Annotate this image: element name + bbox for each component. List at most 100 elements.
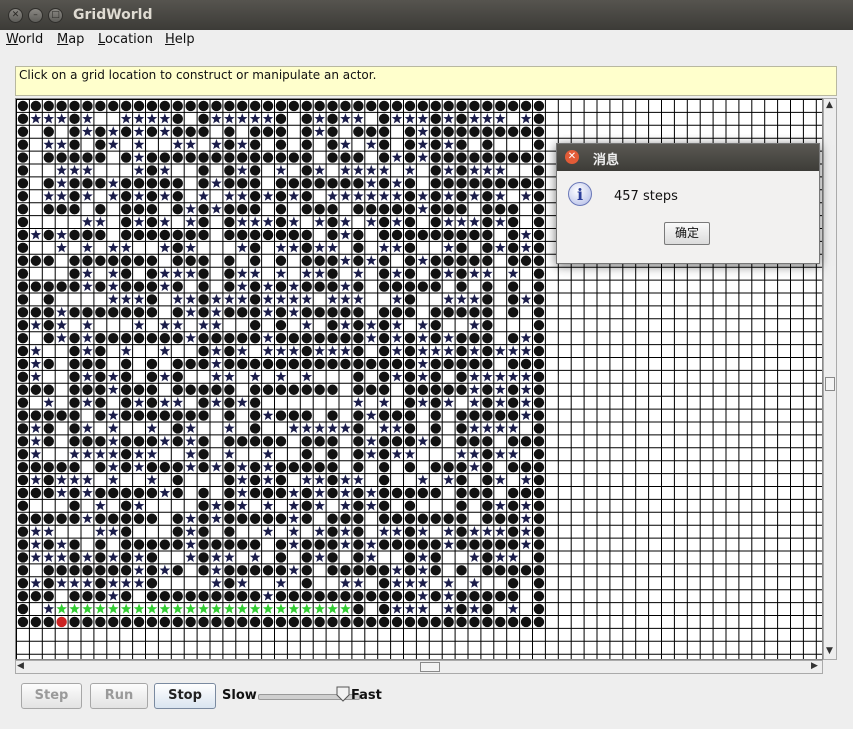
flower-actor[interactable] bbox=[520, 384, 532, 395]
flower-actor[interactable] bbox=[185, 203, 196, 214]
rock-actor[interactable] bbox=[288, 590, 300, 602]
rock-actor[interactable] bbox=[198, 345, 209, 357]
rock-actor[interactable] bbox=[430, 397, 441, 408]
rock-actor[interactable] bbox=[95, 332, 106, 344]
rock-actor[interactable] bbox=[340, 100, 351, 112]
bug-actor[interactable] bbox=[82, 603, 93, 614]
flower-actor[interactable] bbox=[82, 190, 93, 201]
flower-actor[interactable] bbox=[236, 242, 248, 253]
rock-actor[interactable] bbox=[327, 436, 338, 447]
flower-actor[interactable] bbox=[365, 332, 377, 343]
rock-actor[interactable] bbox=[146, 255, 158, 266]
flower-actor[interactable] bbox=[249, 216, 261, 227]
flower-actor[interactable] bbox=[340, 229, 351, 240]
flower-actor[interactable] bbox=[391, 345, 403, 356]
rock-actor[interactable] bbox=[430, 565, 441, 576]
rock-actor[interactable] bbox=[237, 513, 248, 524]
rock-actor[interactable] bbox=[533, 474, 545, 486]
flower-actor[interactable] bbox=[56, 164, 67, 175]
rock-actor[interactable] bbox=[482, 152, 493, 163]
bug-actor[interactable] bbox=[69, 603, 80, 614]
flower-actor[interactable] bbox=[507, 422, 519, 433]
rock-actor[interactable] bbox=[533, 139, 545, 150]
rock-actor[interactable] bbox=[507, 410, 519, 421]
rock-actor[interactable] bbox=[533, 216, 545, 228]
flower-actor[interactable] bbox=[365, 319, 377, 330]
rock-actor[interactable] bbox=[275, 203, 287, 215]
rock-actor[interactable] bbox=[533, 307, 545, 318]
rock-actor[interactable] bbox=[301, 139, 312, 150]
rock-actor[interactable] bbox=[198, 384, 209, 395]
rock-actor[interactable] bbox=[301, 203, 312, 215]
rock-actor[interactable] bbox=[507, 152, 519, 163]
rock-actor[interactable] bbox=[43, 461, 54, 473]
rock-actor[interactable] bbox=[120, 371, 132, 383]
flower-actor[interactable] bbox=[520, 345, 532, 356]
flower-actor[interactable] bbox=[417, 255, 429, 266]
rock-actor[interactable] bbox=[43, 358, 54, 370]
rock-actor[interactable] bbox=[237, 332, 248, 344]
flower-actor[interactable] bbox=[275, 345, 287, 356]
rock-actor[interactable] bbox=[456, 603, 467, 615]
flower-actor[interactable] bbox=[185, 422, 196, 433]
rock-actor[interactable] bbox=[249, 423, 261, 434]
rock-actor[interactable] bbox=[340, 332, 351, 344]
rock-actor[interactable] bbox=[275, 565, 287, 576]
rock-actor[interactable] bbox=[275, 461, 287, 473]
rock-actor[interactable] bbox=[404, 268, 416, 279]
rock-actor[interactable] bbox=[82, 307, 93, 318]
rock-actor[interactable] bbox=[275, 100, 287, 112]
rock-actor[interactable] bbox=[172, 191, 183, 202]
rock-actor[interactable] bbox=[378, 229, 390, 241]
rock-actor[interactable] bbox=[224, 397, 235, 408]
rock-actor[interactable] bbox=[378, 281, 390, 292]
flower-actor[interactable] bbox=[275, 164, 287, 175]
rock-actor[interactable] bbox=[69, 139, 80, 150]
flower-actor[interactable] bbox=[262, 526, 274, 537]
rock-actor[interactable] bbox=[275, 320, 287, 331]
rock-actor[interactable] bbox=[43, 281, 54, 292]
rock-actor[interactable] bbox=[133, 539, 145, 550]
rock-actor[interactable] bbox=[314, 203, 325, 215]
flower-actor[interactable] bbox=[236, 474, 248, 485]
flower-actor[interactable] bbox=[262, 280, 274, 292]
rock-actor[interactable] bbox=[17, 191, 29, 202]
rock-actor[interactable] bbox=[69, 487, 80, 499]
rock-actor[interactable] bbox=[456, 358, 467, 370]
flower-actor[interactable] bbox=[520, 397, 532, 408]
rock-actor[interactable] bbox=[224, 307, 235, 318]
flower-actor[interactable] bbox=[107, 551, 119, 562]
rock-actor[interactable] bbox=[327, 307, 338, 318]
rock-actor[interactable] bbox=[533, 449, 545, 460]
rock-actor[interactable] bbox=[482, 126, 493, 137]
flower-actor[interactable] bbox=[340, 280, 351, 292]
bug-actor[interactable] bbox=[172, 603, 184, 614]
flower-actor[interactable] bbox=[417, 564, 429, 575]
rock-actor[interactable] bbox=[159, 590, 171, 602]
rock-actor[interactable] bbox=[95, 139, 106, 150]
rock-actor[interactable] bbox=[146, 126, 158, 137]
rock-actor[interactable] bbox=[469, 590, 480, 602]
rock-actor[interactable] bbox=[43, 229, 54, 241]
bug-actor[interactable] bbox=[340, 603, 351, 614]
flower-actor[interactable] bbox=[391, 268, 403, 279]
flower-actor[interactable] bbox=[107, 126, 119, 137]
rock-actor[interactable] bbox=[17, 113, 29, 125]
flower-actor[interactable] bbox=[185, 216, 196, 227]
rock-actor[interactable] bbox=[507, 203, 519, 215]
rock-actor[interactable] bbox=[533, 539, 545, 550]
bug-actor[interactable] bbox=[249, 603, 261, 614]
rock-actor[interactable] bbox=[353, 436, 364, 447]
rock-actor[interactable] bbox=[43, 294, 54, 305]
rock-actor[interactable] bbox=[404, 229, 416, 241]
flower-actor[interactable] bbox=[365, 500, 377, 511]
rock-actor[interactable] bbox=[456, 539, 467, 550]
rock-actor[interactable] bbox=[120, 178, 132, 189]
rock-actor[interactable] bbox=[469, 255, 480, 266]
rock-actor[interactable] bbox=[17, 178, 29, 189]
rock-actor[interactable] bbox=[378, 474, 390, 486]
flower-actor[interactable] bbox=[417, 139, 429, 150]
rock-actor[interactable] bbox=[159, 178, 171, 189]
rock-actor[interactable] bbox=[533, 358, 545, 370]
rock-actor[interactable] bbox=[30, 461, 42, 473]
